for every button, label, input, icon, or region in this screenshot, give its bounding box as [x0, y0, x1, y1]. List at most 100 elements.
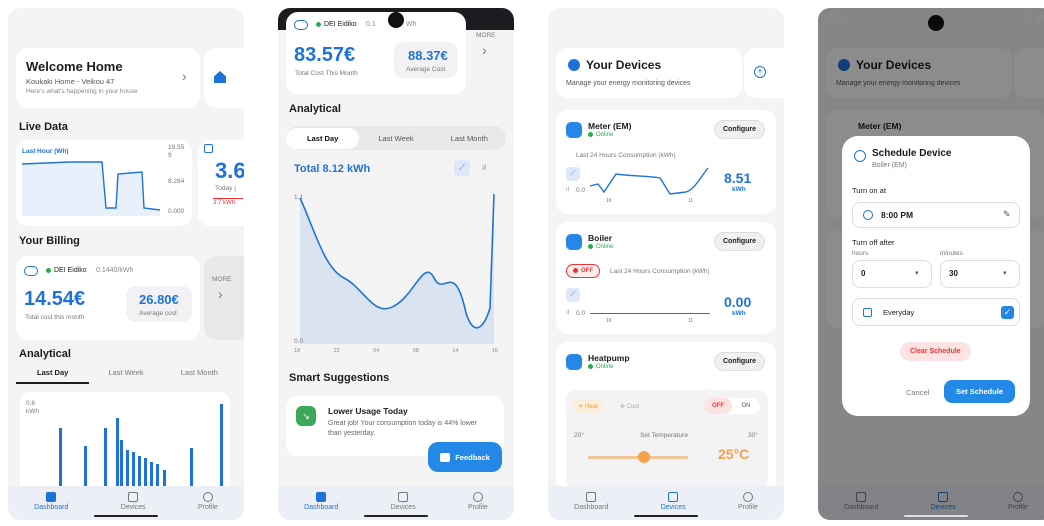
month-cost-label: Total Cost This Month [295, 70, 358, 77]
nav-profile[interactable]: Profile [468, 492, 488, 511]
chevron-right-icon[interactable]: › [482, 42, 487, 58]
tab-last-month[interactable]: Last Month [163, 368, 236, 384]
calendar-icon [204, 144, 213, 153]
consumption-line-chart [299, 193, 495, 344]
line-chart-toggle-icon[interactable]: ⟋ [454, 160, 470, 176]
configure-button[interactable]: Configure [714, 232, 766, 251]
x-tick: 18 [294, 348, 301, 354]
nav-dashboard[interactable]: Dashboard [34, 492, 68, 511]
bar-chart-toggle-icon[interactable]: ıl [476, 160, 492, 176]
device-status: Online [596, 132, 614, 139]
more-button[interactable]: MORE › [204, 256, 244, 340]
set-schedule-button[interactable]: Set Schedule [944, 380, 1016, 403]
device-name: Heatpump [588, 353, 630, 363]
edit-icon[interactable]: ✎ [1003, 209, 1011, 220]
month-cost: 83.57€ [294, 44, 356, 66]
nav-label: Devices [390, 504, 416, 511]
provider-rate: 0.1 [366, 21, 376, 28]
meter-unit: kWh [732, 186, 746, 193]
boiler-icon [566, 234, 582, 250]
rate-unit: Wh [406, 21, 417, 28]
device-card-boiler[interactable]: Boiler Online Configure OFF Last 24 Hour… [556, 222, 776, 334]
nav-dashboard[interactable]: Dashboard [304, 492, 338, 511]
temp-slider-thumb[interactable] [638, 451, 650, 463]
today-card[interactable]: 3.6 Today ( 3.7 kWh [198, 140, 244, 226]
cancel-button[interactable]: Cancel [906, 388, 929, 397]
cool-label: Cool [626, 404, 640, 410]
tab-last-week[interactable]: Last Week [89, 368, 162, 384]
thermometer-icon [566, 354, 582, 370]
nav-dashboard[interactable]: Dashboard [574, 492, 608, 511]
more-label[interactable]: MORE [476, 32, 496, 39]
y-tick: 0.000 [168, 208, 185, 215]
clear-schedule-button[interactable]: Clear Schedule [900, 342, 971, 361]
provider-logo-icon [24, 266, 38, 276]
suggestion-text: Great job! Your consumption today is 44%… [328, 420, 478, 437]
tab-last-week[interactable]: Last Week [359, 128, 432, 149]
nav-devices[interactable]: Devices [121, 492, 146, 511]
on-time-field[interactable]: 8:00 PM ✎ [852, 202, 1020, 228]
everyday-checkbox[interactable]: ✓ [1001, 306, 1014, 319]
home-icon-card[interactable] [204, 48, 244, 108]
feedback-button[interactable]: Feedback [428, 442, 502, 472]
x-ticks: 18 22 04 08 14 16 [294, 348, 498, 354]
power-toggle[interactable]: OFF [566, 264, 600, 279]
billing-card[interactable]: DEI Eidiko 0.1440/kWh 14.54€ Total cost … [16, 256, 200, 340]
cool-mode-button[interactable]: ❄ Cool [620, 403, 639, 410]
x-tick: 14 [452, 348, 459, 354]
y-tick: 0.0 [576, 310, 586, 317]
device-card-meter[interactable]: Meter (EM) Online Configure Last 24 Hour… [556, 110, 776, 214]
analytical-heading: Analytical [19, 348, 71, 360]
range-tabs: Last Day Last Week Last Month [16, 368, 236, 384]
devices-icon [398, 492, 409, 502]
tab-last-day[interactable]: Last Day [16, 368, 90, 384]
provider-logo-icon [294, 20, 308, 30]
nav-profile[interactable]: Profile [738, 492, 758, 511]
tab-last-month[interactable]: Last Month [433, 128, 506, 149]
hours-select[interactable]: 0 ▾ [852, 260, 932, 288]
boiler-unit: kWh [732, 310, 746, 317]
hours-label: hours [852, 250, 869, 257]
add-device-button[interactable]: + [744, 48, 784, 98]
everyday-row[interactable]: Everyday ✓ [852, 298, 1020, 326]
heat-mode-button[interactable]: ☀ Heat [572, 400, 604, 413]
configure-button[interactable]: Configure [714, 120, 766, 139]
line-chart-toggle-icon[interactable]: ⟋ [566, 167, 580, 181]
feedback-label: Feedback [455, 452, 490, 462]
on-option[interactable]: ON [732, 398, 760, 414]
device-card-heatpump[interactable]: Heatpump Online Configure ☀ Heat ❄ Cool … [556, 342, 776, 492]
bar-chart [59, 404, 223, 492]
nav-devices[interactable]: Devices [391, 492, 416, 511]
on-off-switch[interactable]: OFF ON [704, 398, 760, 414]
nav-label: Profile [197, 504, 218, 511]
dashboard-icon [316, 492, 327, 502]
total-consumption: Total 8.12 kWh [294, 163, 371, 175]
nav-label: Dashboard [574, 504, 609, 511]
nav-label: Profile [737, 504, 758, 511]
bar-chart-toggle-icon[interactable]: ıl [566, 187, 569, 193]
temp-value: 25°C [718, 446, 750, 462]
add-icon: + [754, 66, 766, 78]
boiler-value: 0.00 [724, 294, 752, 310]
nav-label: Devices [120, 504, 146, 511]
today-label: Today ( [215, 185, 237, 192]
live-data-card[interactable]: Last Hour (Wh) 19.55 9 8.284 0.000 [16, 140, 192, 226]
minutes-select[interactable]: 30 ▾ [940, 260, 1020, 288]
bar-chart-toggle-icon[interactable]: ıl [566, 310, 569, 316]
temp-min: 20° [574, 432, 584, 439]
on-time-value: 8:00 PM [881, 210, 914, 220]
live-data-heading: Live Data [19, 121, 68, 133]
billing-card[interactable]: DEI Eidiko 0.1 Wh 83.57€ Total Cost This… [286, 12, 466, 94]
line-chart-toggle-icon[interactable]: ⟋ [566, 288, 580, 302]
home-name: Koukaki Home - Veikou 47 [26, 77, 115, 86]
nav-devices[interactable]: Devices [661, 492, 686, 511]
off-option[interactable]: OFF [704, 398, 732, 414]
welcome-card[interactable]: Welcome Home Koukaki Home - Veikou 47 He… [16, 48, 200, 108]
nav-profile[interactable]: Profile [198, 492, 218, 511]
tab-last-day[interactable]: Last Day [286, 127, 360, 149]
hours-value: 0 [861, 269, 866, 278]
suggestion-title: Lower Usage Today [328, 406, 408, 416]
turn-on-label: Turn on at [852, 186, 886, 195]
month-cost-label: Total cost this month [25, 314, 85, 321]
configure-button[interactable]: Configure [714, 352, 766, 371]
